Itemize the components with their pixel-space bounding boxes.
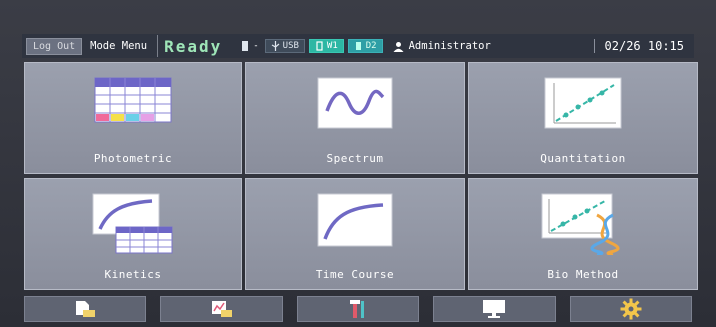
tile-time-course[interactable]: Time Course <box>245 178 465 290</box>
divider <box>157 35 159 57</box>
usb-label: USB <box>282 41 299 51</box>
bio-method-icon <box>541 193 620 255</box>
monitor-button[interactable] <box>433 296 556 322</box>
bottom-toolbar <box>24 296 693 322</box>
user-name: Administrator <box>408 40 491 52</box>
tile-spectrum-label: Spectrum <box>326 152 384 165</box>
tile-bio-method-label: Bio Method <box>547 268 619 281</box>
file-button[interactable] <box>24 296 147 322</box>
d2-lamp-status: D2 <box>347 39 383 53</box>
tile-quantitation[interactable]: Quantitation <box>468 62 698 174</box>
tile-spectrum[interactable]: Spectrum <box>245 62 465 174</box>
file-icon <box>76 301 96 317</box>
tile-kinetics-label: Kinetics <box>104 268 162 281</box>
gear-icon <box>620 298 642 320</box>
tile-photometric[interactable]: Photometric <box>24 62 242 174</box>
usb-status: USB <box>264 39 305 53</box>
instrument-screen: Log Out Mode Menu Ready - USB W1 D2 Admi… <box>0 0 716 327</box>
tools-icon <box>350 300 365 318</box>
tile-photometric-label: Photometric <box>93 152 173 165</box>
logout-button[interactable]: Log Out <box>26 37 83 55</box>
d2-label: D2 <box>365 41 377 51</box>
status-text: Ready <box>164 36 223 56</box>
lamp-indicator: - <box>253 41 259 51</box>
data-file-icon <box>211 301 232 317</box>
top-bar: Log Out Mode Menu Ready - USB W1 D2 Admi… <box>22 34 694 58</box>
time-course-curve-icon <box>317 193 393 247</box>
user-icon <box>393 41 404 52</box>
data-file-button[interactable] <box>160 296 283 322</box>
kinetics-icon <box>92 193 173 254</box>
lamp-d2-icon <box>355 42 361 50</box>
tile-quantitation-label: Quantitation <box>540 152 626 165</box>
lamp-status: - <box>240 40 259 52</box>
tools-button[interactable] <box>296 296 420 322</box>
monitor-icon <box>483 300 506 318</box>
usb-icon <box>271 41 280 51</box>
settings-button[interactable] <box>569 296 693 322</box>
method-grid: Photometric Spectrum Quantitation Kineti… <box>24 62 698 290</box>
tile-kinetics[interactable]: Kinetics <box>24 178 242 290</box>
w1-lamp-status: W1 <box>308 39 344 53</box>
photometric-table-icon <box>94 77 172 123</box>
tile-time-course-label: Time Course <box>315 268 395 281</box>
mode-menu-button[interactable]: Mode Menu <box>86 38 151 54</box>
lamp-w1-icon <box>316 41 323 51</box>
lamp-icon <box>242 41 249 51</box>
spectrum-curve-icon <box>317 77 393 129</box>
quantitation-graph-icon <box>544 77 622 129</box>
tile-bio-method[interactable]: Bio Method <box>468 178 698 290</box>
datetime: 02/26 10:15 <box>593 39 684 53</box>
w1-label: W1 <box>326 41 338 51</box>
user-info[interactable]: Administrator <box>393 40 491 52</box>
